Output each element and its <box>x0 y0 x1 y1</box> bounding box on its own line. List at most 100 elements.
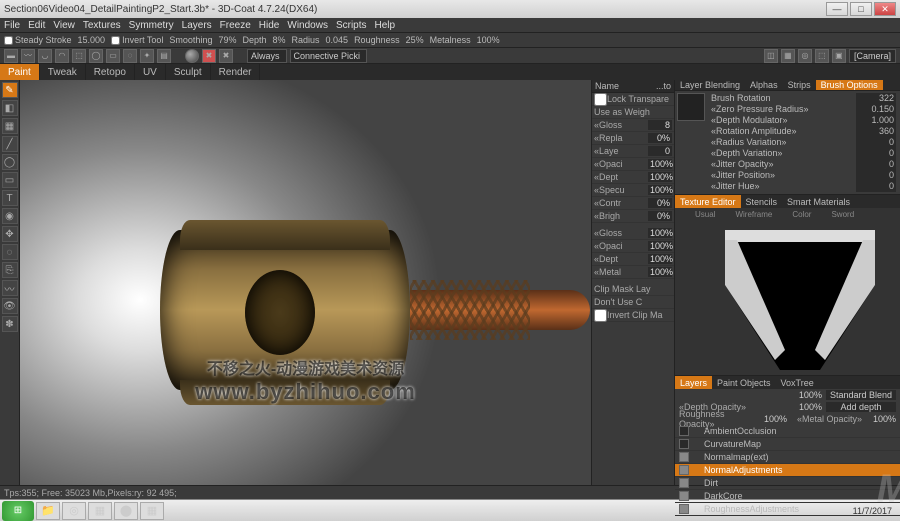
stroke-mode-1-icon[interactable]: ▬ <box>4 49 18 63</box>
layer-opacity-value[interactable]: 100% <box>792 390 822 400</box>
layer-value[interactable]: 0 <box>648 146 672 156</box>
tab-paint[interactable]: Paint <box>0 64 40 80</box>
layer-visibility-icon[interactable] <box>679 491 689 501</box>
tab-strips[interactable]: Strips <box>783 80 816 90</box>
brush-alpha-swatch[interactable] <box>677 93 705 121</box>
layer-normal-adjustments[interactable]: NormalAdjustments <box>675 464 900 477</box>
maximize-button[interactable]: □ <box>850 2 872 16</box>
tab-stencils[interactable]: Stencils <box>741 195 783 208</box>
tool-text[interactable]: T <box>2 190 18 206</box>
tab-voxtree[interactable]: VoxTree <box>776 376 819 389</box>
always-dropdown[interactable]: Always <box>247 49 287 63</box>
layer-visibility-icon[interactable] <box>679 465 689 475</box>
texture-editor-viewport[interactable] <box>675 220 900 375</box>
replace-value[interactable]: 0% <box>648 133 672 143</box>
stroke-mode-10-icon[interactable]: ▤ <box>157 49 171 63</box>
tex-mode-usual[interactable]: Usual <box>695 210 715 219</box>
stroke-mode-5-icon[interactable]: ⬚ <box>72 49 86 63</box>
tab-paint-objects[interactable]: Paint Objects <box>712 376 776 389</box>
dont-use-clip-label[interactable]: Don't Use C <box>594 297 672 307</box>
stroke-mode-7-icon[interactable]: ▭ <box>106 49 120 63</box>
menu-layers[interactable]: Layers <box>182 20 212 31</box>
tex-mode-wireframe[interactable]: Wireframe <box>735 210 772 219</box>
brightness-value[interactable]: 0% <box>648 211 672 221</box>
specular-value[interactable]: 100% <box>648 185 672 195</box>
lock-transparent-checkbox[interactable] <box>594 93 607 106</box>
depth-value[interactable]: 100% <box>648 172 672 182</box>
menu-hide[interactable]: Hide <box>259 20 280 31</box>
tool-smudge[interactable]: 〰 <box>2 280 18 296</box>
steady-stroke-checkbox[interactable] <box>4 36 13 45</box>
gloss-value[interactable]: 8 <box>648 120 672 130</box>
tab-texture-editor[interactable]: Texture Editor <box>675 195 741 208</box>
tab-alphas[interactable]: Alphas <box>745 80 783 90</box>
tool-circle[interactable]: ◯ <box>2 154 18 170</box>
metal-value[interactable]: 100% <box>648 267 672 277</box>
taskbar-app1-icon[interactable]: ▦ <box>88 502 112 520</box>
taskbar-explorer-icon[interactable]: 📁 <box>36 502 60 520</box>
taskbar-chrome-icon[interactable]: ◎ <box>62 502 86 520</box>
view-2-icon[interactable]: ▦ <box>781 49 795 63</box>
depth-modulator-value[interactable]: 1.000 <box>856 115 896 126</box>
tab-uv[interactable]: UV <box>135 64 166 80</box>
layer-dark-core[interactable]: DarkCore <box>675 490 900 503</box>
opacity-value[interactable]: 100% <box>648 159 672 169</box>
menu-symmetry[interactable]: Symmetry <box>129 20 174 31</box>
invert-clip-checkbox[interactable] <box>594 309 607 322</box>
connective-dropdown[interactable]: Connective Picki <box>290 49 368 63</box>
depth-opacity-value[interactable]: 100% <box>792 402 822 412</box>
layer-dirt[interactable]: Dirt <box>675 477 900 490</box>
tool-lasso[interactable]: ◌ <box>2 244 18 260</box>
jitter-opacity-value[interactable]: 0 <box>856 159 896 170</box>
depth-variation-value[interactable]: 0 <box>856 148 896 159</box>
tool-pick[interactable]: ◉ <box>2 208 18 224</box>
layer-visibility-icon[interactable] <box>679 439 689 449</box>
jitter-hue-value[interactable]: 0 <box>856 181 896 192</box>
tab-smart-materials[interactable]: Smart Materials <box>782 195 855 208</box>
rotation-amplitude-value[interactable]: 360 <box>856 126 896 137</box>
tex-mode-color[interactable]: Color <box>792 210 811 219</box>
taskbar-app2-icon[interactable]: ▦ <box>140 502 164 520</box>
contrast-value[interactable]: 0% <box>648 198 672 208</box>
stroke-mode-3-icon[interactable]: ◡ <box>38 49 52 63</box>
brush-rotation-value[interactable]: 322 <box>856 93 896 104</box>
menu-windows[interactable]: Windows <box>287 20 328 31</box>
opacity2-value[interactable]: 100% <box>648 241 672 251</box>
tool-brush[interactable]: ✎ <box>2 82 18 98</box>
depth2-value[interactable]: 100% <box>648 254 672 264</box>
roughness-value[interactable]: 25% <box>406 35 424 45</box>
layer-normalmap-ext[interactable]: Normalmap(ext) <box>675 451 900 464</box>
menu-file[interactable]: File <box>4 20 20 31</box>
invert-tool-checkbox[interactable] <box>111 36 120 45</box>
view-1-icon[interactable]: ◫ <box>764 49 778 63</box>
layer-visibility-icon[interactable] <box>679 478 689 488</box>
stroke-mode-2-icon[interactable]: 〰 <box>21 49 35 63</box>
taskbar-obs-icon[interactable]: ⬤ <box>114 502 138 520</box>
blend-mode-dropdown[interactable]: Standard Blend <box>826 390 896 400</box>
tab-brush-options[interactable]: Brush Options <box>816 80 883 90</box>
symmetry-x-icon[interactable]: ✖ <box>202 49 216 63</box>
menu-edit[interactable]: Edit <box>28 20 45 31</box>
smoothing-value[interactable]: 79% <box>218 35 236 45</box>
jitter-position-value[interactable]: 0 <box>856 170 896 181</box>
tool-fill[interactable]: ▦ <box>2 118 18 134</box>
zero-pressure-value[interactable]: 0.150 <box>856 104 896 115</box>
metal-opacity-value[interactable]: 100% <box>866 414 896 424</box>
menu-help[interactable]: Help <box>375 20 396 31</box>
view-5-icon[interactable]: ▣ <box>832 49 846 63</box>
view-3-icon[interactable]: ◎ <box>798 49 812 63</box>
tab-layers[interactable]: Layers <box>675 376 712 389</box>
menu-freeze[interactable]: Freeze <box>220 20 251 31</box>
menu-textures[interactable]: Textures <box>83 20 121 31</box>
tool-eraser[interactable]: ◧ <box>2 100 18 116</box>
layer-visibility-icon[interactable] <box>679 452 689 462</box>
tool-rect[interactable]: ▭ <box>2 172 18 188</box>
tab-sculpt[interactable]: Sculpt <box>166 64 211 80</box>
stroke-mode-9-icon[interactable]: ✦ <box>140 49 154 63</box>
depth-value[interactable]: 8% <box>273 35 286 45</box>
start-button[interactable]: ⊞ <box>2 501 34 521</box>
camera-dropdown[interactable]: [Camera] <box>849 49 896 63</box>
tool-eye[interactable]: 👁 <box>2 298 18 314</box>
tool-line[interactable]: ╱ <box>2 136 18 152</box>
stroke-value[interactable]: 15.000 <box>78 35 106 45</box>
